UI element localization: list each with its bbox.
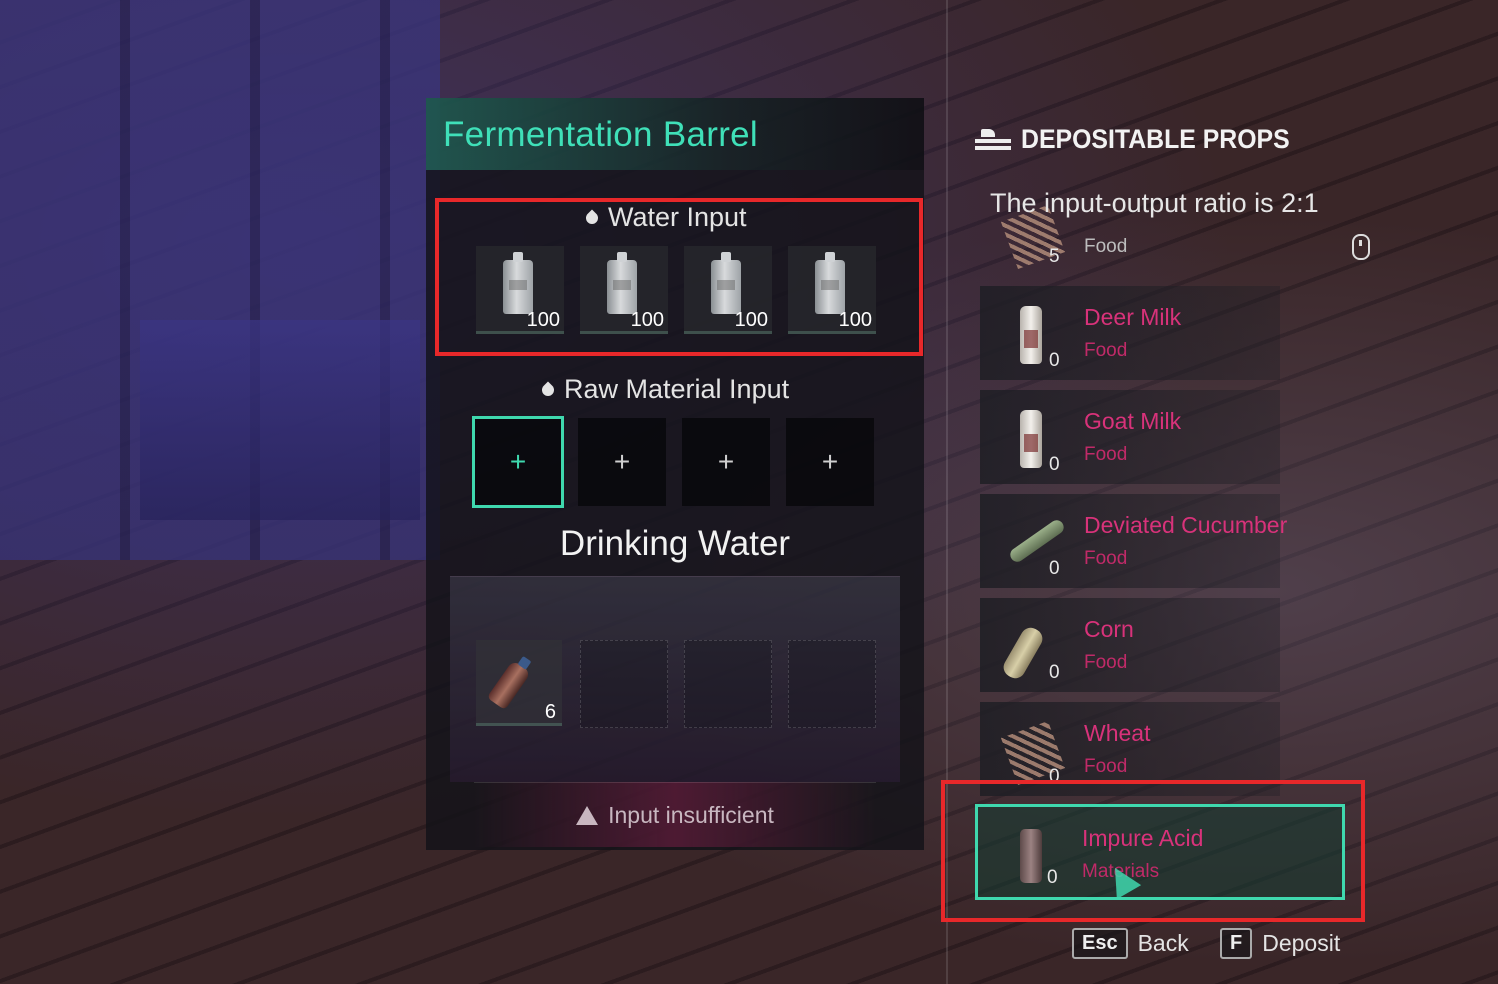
props-item-corn[interactable]: 0 Corn Food bbox=[980, 598, 1280, 692]
props-header: DEPOSITABLE PROPS bbox=[975, 124, 1313, 155]
crate-background bbox=[140, 320, 420, 520]
raw-material-text: Raw Material Input bbox=[564, 374, 790, 404]
item-count: 0 bbox=[1049, 662, 1060, 683]
item-count: 5 bbox=[1049, 246, 1060, 267]
water-drop-icon bbox=[542, 381, 554, 398]
stack-icon bbox=[975, 128, 1011, 151]
item-name: Wheat bbox=[1084, 720, 1151, 746]
output-slot-4[interactable] bbox=[788, 640, 876, 728]
item-name: Deer Milk bbox=[1084, 304, 1182, 330]
output-slot-2[interactable] bbox=[580, 640, 668, 728]
item-count: 0 bbox=[1049, 558, 1060, 579]
esc-key: Esc bbox=[1072, 928, 1128, 959]
impure-acid-highlight bbox=[941, 780, 1365, 922]
item-name: Deviated Cucumber bbox=[1084, 512, 1288, 538]
warning-text: Input insufficient bbox=[608, 801, 774, 828]
back-action[interactable]: Esc Back bbox=[1072, 928, 1189, 959]
deposit-action[interactable]: F Deposit bbox=[1220, 928, 1340, 959]
props-item-deer-milk[interactable]: 0 Deer Milk Food bbox=[980, 286, 1280, 380]
raw-material-slot-2[interactable]: + bbox=[578, 418, 666, 506]
warning-icon bbox=[576, 805, 599, 825]
raw-material-slot-1[interactable]: + bbox=[472, 416, 564, 508]
item-category: Food bbox=[1084, 652, 1128, 673]
item-category: Food bbox=[1084, 444, 1128, 465]
item-name: Goat Milk bbox=[1084, 408, 1182, 434]
output-slot-3[interactable] bbox=[684, 640, 772, 728]
output-slot-1[interactable]: 6 bbox=[476, 640, 562, 726]
props-title: DEPOSITABLE PROPS bbox=[1021, 124, 1290, 154]
mouse-scroll-icon bbox=[1352, 234, 1370, 260]
water-input-highlight bbox=[435, 198, 923, 356]
barrel-header: Fermentation Barrel bbox=[426, 98, 924, 170]
item-category: Food bbox=[1084, 756, 1128, 777]
props-item-goat-milk[interactable]: 0 Goat Milk Food bbox=[980, 390, 1280, 484]
deposit-label: Deposit bbox=[1262, 930, 1341, 956]
props-item-deviated-cucumber[interactable]: 0 Deviated Cucumber Food bbox=[980, 494, 1287, 588]
item-category: Food bbox=[1084, 236, 1128, 257]
item-count: 0 bbox=[1049, 350, 1060, 371]
item-count: 0 bbox=[1049, 454, 1060, 475]
raw-material-slot-4[interactable]: + bbox=[786, 418, 874, 506]
item-category: Food bbox=[1084, 340, 1128, 361]
ratio-text: The input-output ratio is 2:1 bbox=[990, 188, 1319, 218]
item-name: Corn bbox=[1084, 616, 1134, 642]
bottle-icon bbox=[486, 659, 532, 711]
f-key: F bbox=[1220, 928, 1253, 959]
barrel-title: Fermentation Barrel bbox=[443, 115, 758, 154]
item-category: Food bbox=[1084, 548, 1128, 569]
slot-quantity: 6 bbox=[544, 701, 556, 723]
output-title: Drinking Water bbox=[559, 524, 791, 563]
raw-material-slot-3[interactable]: + bbox=[682, 418, 770, 506]
props-item-partial[interactable]: 5 Food bbox=[980, 204, 1280, 272]
input-warning: Input insufficient bbox=[474, 782, 876, 847]
raw-material-label: Raw Material Input bbox=[542, 374, 789, 405]
back-label: Back bbox=[1137, 930, 1189, 956]
